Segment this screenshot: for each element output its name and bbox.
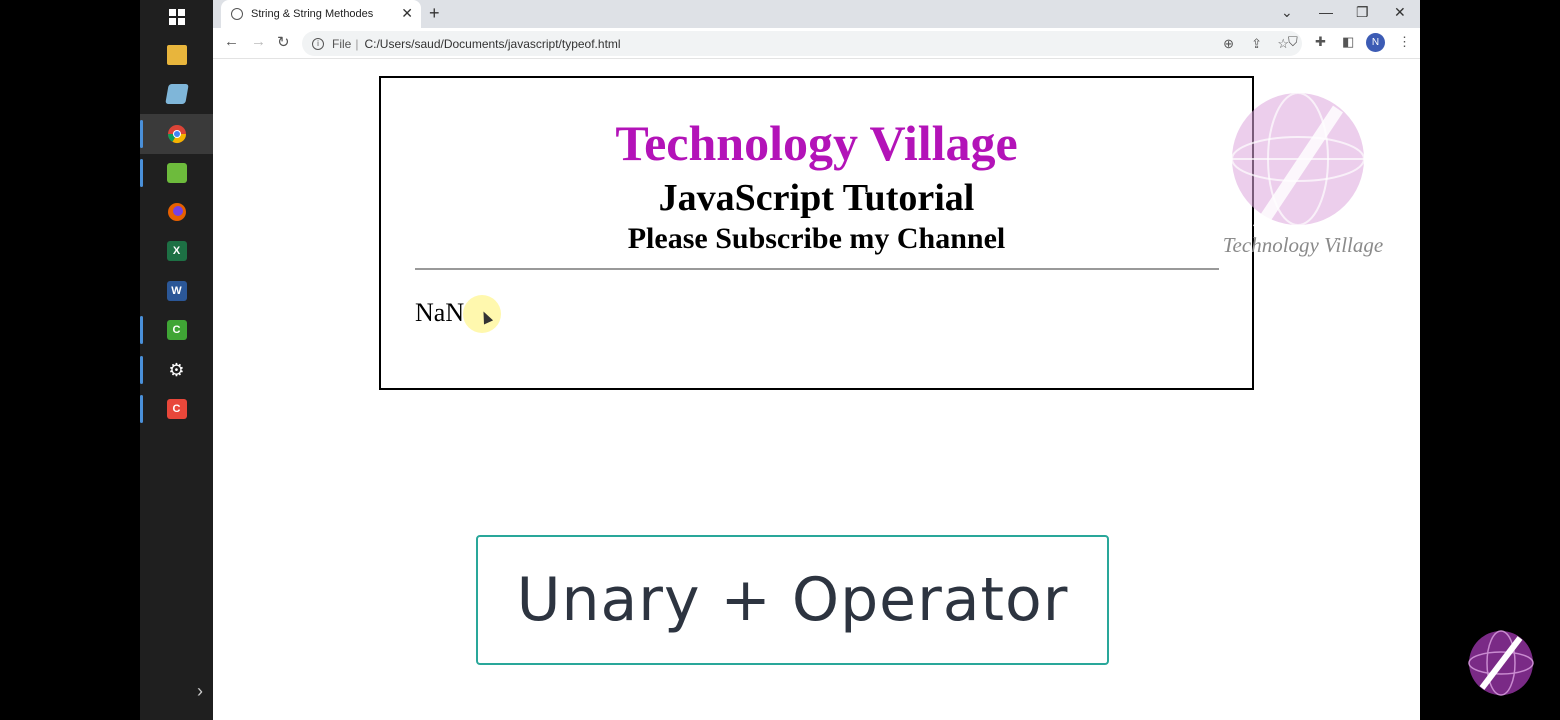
chevron-right-icon[interactable]: › <box>140 681 213 702</box>
tab-title: String & String Methodes <box>251 8 374 20</box>
chrome-icon[interactable] <box>140 114 213 154</box>
settings-icon[interactable]: ⚙ <box>140 350 213 390</box>
forward-button[interactable]: → <box>251 33 266 50</box>
new-tab-button[interactable]: + <box>429 3 440 24</box>
globe-icon <box>231 8 243 20</box>
tab-strip: String & String Methodes ✕ + ⌄ — ❐ ✕ <box>213 0 1420 28</box>
screen: X W C ⚙ C › String & String Methodes ✕ + <box>0 0 1560 720</box>
share-icon[interactable]: ⇪ <box>1251 36 1262 52</box>
zoom-icon[interactable]: ⊕ <box>1223 36 1234 52</box>
output-text: NaN <box>415 298 465 327</box>
demo-output-box: Technology Village JavaScript Tutorial P… <box>379 76 1254 390</box>
photo-editor-icon[interactable] <box>140 153 213 193</box>
windows-start-icon[interactable] <box>140 0 213 37</box>
brand-heading: Technology Village <box>615 115 1018 171</box>
tab-active[interactable]: String & String Methodes ✕ <box>221 0 421 28</box>
watermark-text: Technology Village <box>1222 233 1384 257</box>
address-url: C:/Users/saud/Documents/javascript/typeo… <box>364 36 621 51</box>
address-bar[interactable]: i File | C:/Users/saud/Documents/javascr… <box>302 31 1302 56</box>
file-explorer-icon[interactable] <box>140 35 213 75</box>
reload-button[interactable]: ↻ <box>277 33 290 51</box>
camtasia-icon[interactable]: C <box>140 310 213 350</box>
restore-button[interactable]: ❐ <box>1356 4 1369 21</box>
word-icon[interactable]: W <box>140 271 213 311</box>
address-scheme: File <box>332 36 352 51</box>
browser-toolbar: ← → ↻ i File | C:/Users/saud/Documents/j… <box>213 28 1420 59</box>
windows-taskbar: X W C ⚙ C › <box>140 0 213 720</box>
tab-search-icon[interactable]: ⌄ <box>1281 4 1293 21</box>
extensions-puzzle-icon[interactable]: ✚ <box>1315 34 1326 50</box>
info-icon[interactable]: i <box>312 37 324 50</box>
excel-icon[interactable]: X <box>140 231 213 271</box>
extension-shield-icon[interactable]: ⛉ <box>1288 34 1298 50</box>
subscribe-heading: Please Subscribe my Channel <box>627 222 1006 255</box>
notepad-icon[interactable] <box>140 74 213 114</box>
page-content: Technology Village JavaScript Tutorial P… <box>213 59 1420 720</box>
close-tab-icon[interactable]: ✕ <box>401 5 413 22</box>
browser-window: String & String Methodes ✕ + ⌄ — ❐ ✕ ← →… <box>213 0 1420 720</box>
back-button[interactable]: ← <box>224 33 239 50</box>
tutorial-heading: JavaScript Tutorial <box>658 177 975 219</box>
minimize-button[interactable]: — <box>1319 4 1333 20</box>
corner-logo-icon <box>1468 630 1534 696</box>
firefox-icon[interactable] <box>140 192 213 232</box>
caption-box: Unary + Operator <box>476 535 1109 665</box>
side-panel-icon[interactable]: ◧ <box>1342 34 1354 50</box>
close-window-button[interactable]: ✕ <box>1394 4 1406 21</box>
divider <box>415 268 1219 270</box>
profile-avatar[interactable]: N <box>1366 33 1385 52</box>
camtasia-recorder-icon[interactable]: C <box>140 389 213 429</box>
more-menu-icon[interactable]: ⋮ <box>1398 34 1411 50</box>
